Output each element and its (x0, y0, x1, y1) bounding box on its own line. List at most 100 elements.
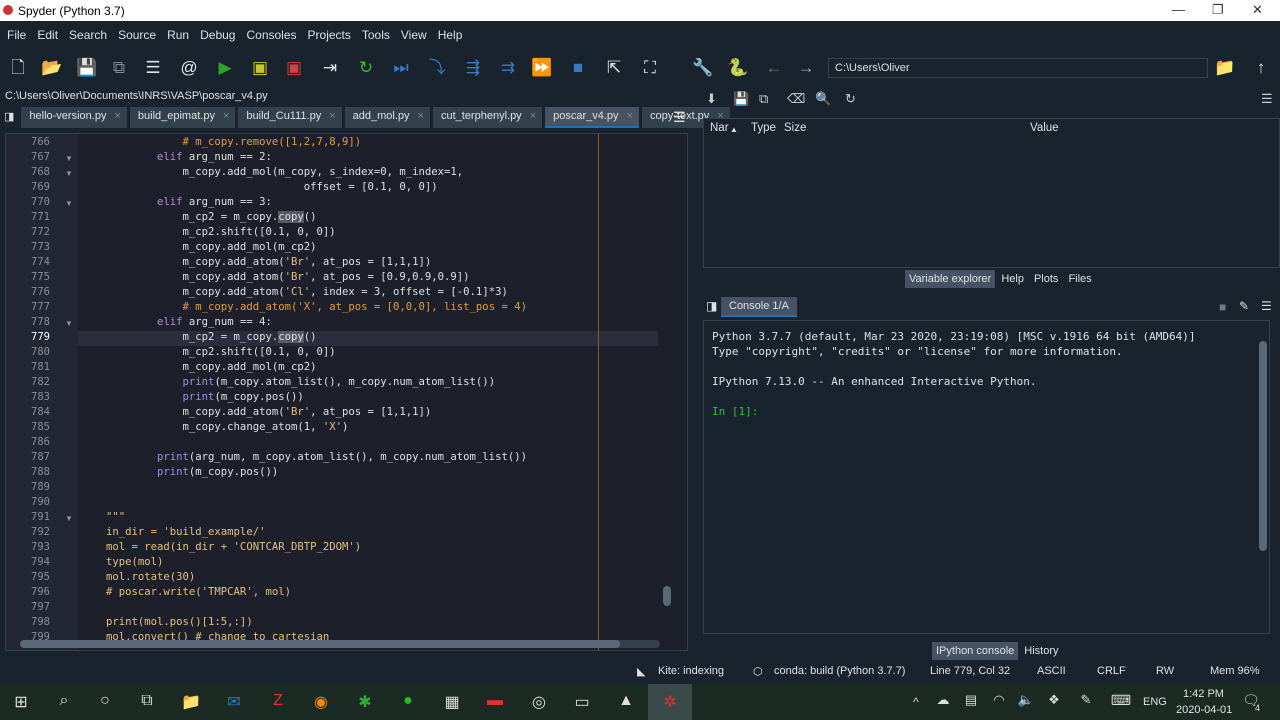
fullscreen-icon[interactable]: ⛶ (639, 58, 661, 78)
photos-icon[interactable]: ▲ (615, 692, 637, 712)
outlook-icon[interactable]: ✉ (223, 692, 245, 712)
column-type[interactable]: Type (751, 122, 776, 134)
menu-help[interactable]: Help (431, 24, 467, 46)
spyder-taskbar-item[interactable]: ✲ (648, 684, 692, 720)
run-cell-advance-icon[interactable]: ▣ (283, 58, 305, 78)
clock-time[interactable]: 1:42 PM (1183, 688, 1224, 700)
run-cell-icon[interactable]: ▣ (249, 58, 271, 78)
pane-tab[interactable]: Help (997, 270, 1028, 288)
editor-tab[interactable]: cut_terphenyl.py × (432, 107, 543, 128)
save-icon[interactable]: 💾 (76, 58, 98, 78)
column-name[interactable]: Nar (710, 122, 729, 134)
back-icon[interactable]: ← (763, 58, 785, 78)
onedrive-icon[interactable]: ☁ (932, 692, 954, 712)
menu-source[interactable]: Source (111, 24, 160, 46)
console-browse-icon[interactable]: ◨ (706, 299, 717, 313)
menu-tools[interactable]: Tools (355, 24, 394, 46)
fold-arrow-icon[interactable]: ▼ (65, 199, 73, 208)
close-tab-icon[interactable]: × (329, 110, 335, 122)
step-icon[interactable]: ⤵ (426, 58, 448, 78)
close-tab-icon[interactable]: × (223, 110, 229, 122)
volume-icon[interactable]: 🔈 (1015, 692, 1037, 712)
editor-tab[interactable]: hello-version.py × (21, 107, 127, 128)
dropbox-icon[interactable]: ❖ (1043, 692, 1065, 712)
menu-debug[interactable]: Debug (193, 24, 239, 46)
stop-icon[interactable]: ■ (567, 58, 589, 78)
editor-options-menu-icon[interactable]: ☰ (673, 109, 686, 126)
debug-icon[interactable]: ⏭ (390, 58, 412, 78)
fold-arrow-icon[interactable]: ▼ (65, 154, 73, 163)
console-options-menu-icon[interactable]: ☰ (1261, 299, 1272, 313)
input-language[interactable]: ENG (1143, 696, 1167, 708)
close-tab-icon[interactable]: × (627, 110, 633, 122)
run-icon[interactable]: ▶ (214, 58, 236, 78)
console-tab[interactable]: Console 1/A (721, 297, 797, 317)
fold-arrow-icon[interactable]: ▼ (65, 169, 73, 178)
console-scrollbar[interactable] (1259, 341, 1267, 551)
continue-icon[interactable]: ⏩ (531, 58, 553, 78)
step-return-icon[interactable]: ⇉ (497, 58, 519, 78)
save-as-icon[interactable]: ⧉ (759, 91, 768, 107)
column-size[interactable]: Size (784, 122, 806, 134)
editor-tab[interactable]: build_epimat.py × (129, 107, 236, 128)
close-tab-icon[interactable]: × (530, 110, 536, 122)
github-icon[interactable]: ◎ (528, 692, 550, 712)
tray-chevron-icon[interactable]: ^ (905, 695, 927, 715)
preferences-wrench-icon[interactable]: 🔧 (692, 58, 714, 78)
stop-kernel-icon[interactable]: ■ (1219, 300, 1226, 314)
clear-console-icon[interactable]: ✎ (1239, 299, 1249, 313)
save-all-icon[interactable]: ⧉ (108, 58, 130, 78)
kite-status[interactable]: Kite: indexing (658, 665, 724, 677)
close-tab-icon[interactable]: × (418, 110, 424, 122)
browse-directory-icon[interactable]: 📁 (1214, 58, 1236, 78)
save-data-icon[interactable]: 💾 (733, 91, 749, 107)
maximize-pane-icon[interactable]: ⇱ (603, 58, 625, 78)
menu-run[interactable]: Run (160, 24, 193, 46)
wifi-icon[interactable]: ◠ (988, 692, 1010, 712)
tray-app-icon[interactable]: ▤ (960, 692, 982, 712)
refresh-icon[interactable]: ↻ (845, 91, 856, 107)
maximize-button[interactable]: ❐ (1212, 2, 1224, 18)
menu-edit[interactable]: Edit (30, 24, 62, 46)
task-view-icon[interactable]: ⧉ (136, 692, 158, 712)
column-value[interactable]: Value (1030, 122, 1059, 134)
console-prompt[interactable]: In [1]: (712, 405, 758, 418)
working-directory-input[interactable]: C:\Users\Oliver (828, 58, 1208, 78)
variable-explorer-table[interactable]: Nar ▲ Type Size Value (703, 118, 1280, 268)
conda-status[interactable]: conda: build (Python 3.7.7) (774, 665, 905, 677)
menu-view[interactable]: View (394, 24, 431, 46)
editor-tab[interactable]: build_Cu111.py × (238, 107, 342, 128)
scrollbar-thumb[interactable] (663, 586, 671, 606)
file-explorer-icon[interactable]: 📁 (180, 692, 202, 712)
editor-horizontal-scrollbar[interactable] (20, 640, 660, 648)
terminal-icon[interactable]: ▭ (571, 692, 593, 712)
fold-arrow-icon[interactable]: ▼ (65, 514, 73, 523)
editor-vertical-scrollbar[interactable] (663, 134, 671, 650)
code-editor[interactable]: 766 767 ▼ 768 ▼ 769 770 ▼ 771 772 773 774 775 776 777 7… (5, 133, 688, 651)
app-icon[interactable]: ● (397, 692, 419, 712)
slack-icon[interactable]: ✱ (354, 692, 376, 712)
ipython-console[interactable]: Python 3.7.7 (default, Mar 23 2020, 23:1… (703, 320, 1270, 634)
pane-tab[interactable]: Files (1064, 270, 1096, 288)
fold-arrow-icon[interactable]: ▼ (65, 319, 73, 328)
step-into-icon[interactable]: ⇶ (462, 58, 484, 78)
cortana-icon[interactable]: ○ (94, 692, 116, 712)
import-data-icon[interactable]: ⬇ (706, 91, 717, 107)
rerun-icon[interactable]: ↻ (355, 58, 377, 78)
menu-search[interactable]: Search (62, 24, 111, 46)
minimize-button[interactable]: — (1172, 2, 1185, 17)
search-icon[interactable]: ⌕ (53, 692, 75, 712)
pane-tab[interactable]: IPython console (932, 642, 1019, 660)
firefox-icon[interactable]: ◉ (310, 692, 332, 712)
parent-directory-icon[interactable]: ↑ (1250, 58, 1272, 78)
pane-tab[interactable]: Variable explorer (905, 270, 996, 288)
run-selection-icon[interactable]: ⇥ (319, 58, 341, 78)
keyboard-icon[interactable]: ⌨ (1110, 692, 1132, 712)
vmd-icon[interactable]: ▬ (484, 692, 506, 712)
editor-tab[interactable]: add_mol.py × (344, 107, 430, 128)
app-icon[interactable]: ▦ (441, 692, 463, 712)
list-icon[interactable]: ☰ (142, 58, 164, 78)
browse-tabs-icon[interactable]: ◨ (0, 107, 19, 128)
pane-options-menu-icon[interactable]: ☰ (1261, 91, 1273, 107)
menu-file[interactable]: File (0, 24, 30, 46)
